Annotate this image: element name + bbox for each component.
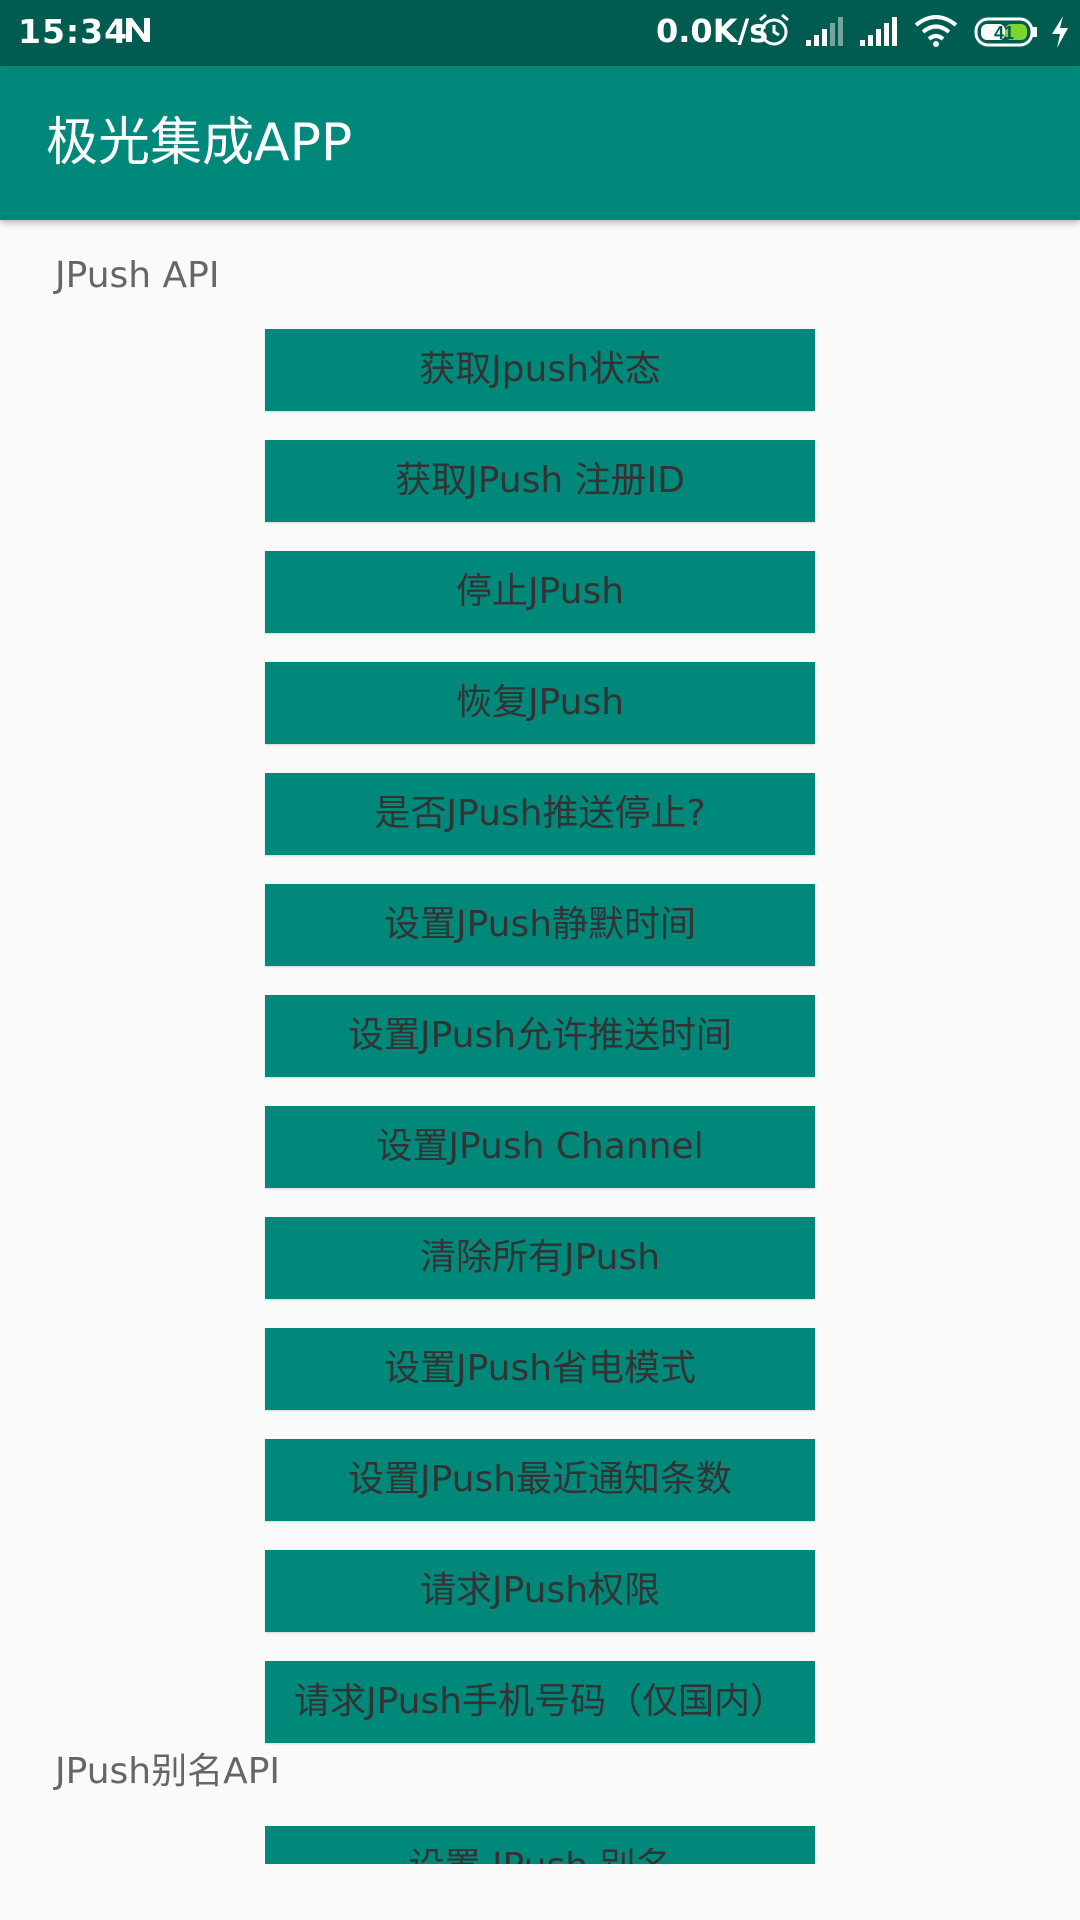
section-label-jpush-alias-api: JPush别名API <box>55 1751 281 1792</box>
app-bar: 极光集成APP <box>0 66 1080 220</box>
n-notification-icon <box>126 18 150 42</box>
jpush-api-button-list: 获取Jpush状态 获取JPush 注册ID 停止JPush 恢复JPush 是… <box>265 329 815 1772</box>
request-phone-number-button[interactable]: 请求JPush手机号码（仅国内） <box>265 1661 815 1743</box>
is-push-stopped-button[interactable]: 是否JPush推送停止? <box>265 773 815 855</box>
app-title: 极光集成APP <box>46 113 353 173</box>
battery-icon: 41 <box>974 17 1037 47</box>
request-permission-button[interactable]: 请求JPush权限 <box>265 1550 815 1632</box>
status-bar: 15:34 0.0K/s 41 <box>0 0 1080 66</box>
alarm-icon <box>759 13 789 46</box>
get-registration-id-button[interactable]: 获取JPush 注册ID <box>265 440 815 522</box>
set-push-time-button[interactable]: 设置JPush允许推送时间 <box>265 995 815 1077</box>
net-speed: 0.0K/s <box>656 12 769 50</box>
set-channel-button[interactable]: 设置JPush Channel <box>265 1106 815 1188</box>
set-alias-button[interactable]: 设置 JPush 别名 <box>265 1826 815 1864</box>
resume-jpush-button[interactable]: 恢复JPush <box>265 662 815 744</box>
battery-level: 41 <box>994 23 1014 43</box>
signal-icon <box>806 17 843 46</box>
clear-all-button[interactable]: 清除所有JPush <box>265 1217 815 1299</box>
signal-icon <box>860 17 897 46</box>
section-label-jpush-api: JPush API <box>55 255 220 296</box>
wifi-icon <box>914 15 958 47</box>
get-jpush-status-button[interactable]: 获取Jpush状态 <box>265 329 815 411</box>
stop-jpush-button[interactable]: 停止JPush <box>265 551 815 633</box>
status-time: 15:34 <box>18 12 129 51</box>
charging-icon <box>1052 16 1068 48</box>
set-silence-time-button[interactable]: 设置JPush静默时间 <box>265 884 815 966</box>
alias-button-list: 设置 JPush 别名 <box>265 1826 815 1864</box>
set-power-save-mode-button[interactable]: 设置JPush省电模式 <box>265 1328 815 1410</box>
set-latest-notification-number-button[interactable]: 设置JPush最近通知条数 <box>265 1439 815 1521</box>
